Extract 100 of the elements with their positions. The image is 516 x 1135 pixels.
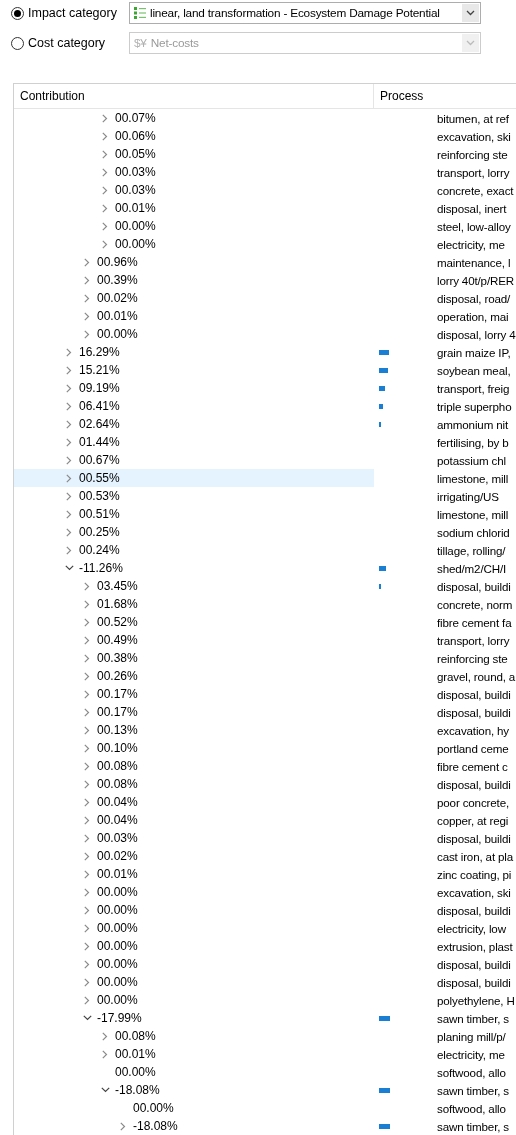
- tree-row[interactable]: 00.04%: [14, 811, 374, 829]
- chevron-right-icon[interactable]: [84, 743, 90, 753]
- tree-row[interactable]: 00.00%: [14, 991, 374, 1009]
- chevron-right-icon[interactable]: [66, 473, 72, 483]
- chevron-down-icon[interactable]: [82, 1015, 92, 1021]
- chevron-right-icon[interactable]: [84, 689, 90, 699]
- tree-row[interactable]: 00.00%: [14, 235, 374, 253]
- tree-row[interactable]: 00.00%: [14, 919, 374, 937]
- tree-row[interactable]: 16.29%: [14, 343, 374, 361]
- chevron-right-icon[interactable]: [66, 491, 72, 501]
- chevron-right-icon[interactable]: [84, 275, 90, 285]
- chevron-right-icon[interactable]: [102, 1031, 108, 1041]
- tree-row[interactable]: 00.00%: [14, 955, 374, 973]
- tree-row[interactable]: 00.02%: [14, 289, 374, 307]
- tree-row[interactable]: 00.00%: [14, 901, 374, 919]
- tree-row[interactable]: -18.08%: [14, 1117, 374, 1135]
- chevron-right-icon[interactable]: [84, 995, 90, 1005]
- tree-row[interactable]: 00.53%: [14, 487, 374, 505]
- tree-row[interactable]: 00.55%: [14, 469, 374, 487]
- tree-row[interactable]: 00.52%: [14, 613, 374, 631]
- tree-row[interactable]: 00.08%: [14, 775, 374, 793]
- tree-row[interactable]: 00.01%: [14, 865, 374, 883]
- tree-row[interactable]: 00.00%: [14, 883, 374, 901]
- chevron-right-icon[interactable]: [66, 509, 72, 519]
- tree-row[interactable]: 00.17%: [14, 685, 374, 703]
- chevron-right-icon[interactable]: [84, 887, 90, 897]
- tree-row[interactable]: 09.19%: [14, 379, 374, 397]
- chevron-right-icon[interactable]: [84, 905, 90, 915]
- chevron-right-icon[interactable]: [84, 653, 90, 663]
- chevron-right-icon[interactable]: [84, 869, 90, 879]
- tree-row[interactable]: -18.08%: [14, 1081, 374, 1099]
- tree-row[interactable]: 00.03%: [14, 163, 374, 181]
- chevron-right-icon[interactable]: [102, 167, 108, 177]
- chevron-right-icon[interactable]: [84, 617, 90, 627]
- chevron-right-icon[interactable]: [66, 527, 72, 537]
- tree-row[interactable]: 00.13%: [14, 721, 374, 739]
- tree-row[interactable]: -17.99%: [14, 1009, 374, 1027]
- chevron-right-icon[interactable]: [102, 149, 108, 159]
- chevron-right-icon[interactable]: [102, 1049, 108, 1059]
- tree-row[interactable]: 00.03%: [14, 829, 374, 847]
- tree-row[interactable]: 01.68%: [14, 595, 374, 613]
- tree-row[interactable]: 00.39%: [14, 271, 374, 289]
- tree-row[interactable]: 00.00%: [14, 1099, 374, 1117]
- tree-row[interactable]: 00.51%: [14, 505, 374, 523]
- chevron-right-icon[interactable]: [102, 239, 108, 249]
- chevron-right-icon[interactable]: [84, 581, 90, 591]
- chevron-right-icon[interactable]: [102, 113, 108, 123]
- chevron-right-icon[interactable]: [66, 437, 72, 447]
- tree-row[interactable]: 00.10%: [14, 739, 374, 757]
- chevron-right-icon[interactable]: [84, 635, 90, 645]
- tree-row[interactable]: 15.21%: [14, 361, 374, 379]
- category-radio[interactable]: Impact category: [11, 6, 129, 20]
- chevron-right-icon[interactable]: [84, 923, 90, 933]
- tree-row[interactable]: 02.64%: [14, 415, 374, 433]
- chevron-right-icon[interactable]: [84, 599, 90, 609]
- chevron-right-icon[interactable]: [66, 419, 72, 429]
- chevron-right-icon[interactable]: [66, 455, 72, 465]
- tree-row[interactable]: 00.00%: [14, 937, 374, 955]
- chevron-right-icon[interactable]: [84, 815, 90, 825]
- chevron-right-icon[interactable]: [84, 977, 90, 987]
- chevron-right-icon[interactable]: [84, 311, 90, 321]
- chevron-right-icon[interactable]: [84, 779, 90, 789]
- tree-row[interactable]: 06.41%: [14, 397, 374, 415]
- tree-row[interactable]: 00.00%: [14, 217, 374, 235]
- tree-row[interactable]: 00.04%: [14, 793, 374, 811]
- tree-row[interactable]: 00.00%: [14, 1063, 374, 1081]
- chevron-right-icon[interactable]: [66, 401, 72, 411]
- chevron-right-icon[interactable]: [84, 293, 90, 303]
- tree-row[interactable]: 00.96%: [14, 253, 374, 271]
- tree-row[interactable]: 00.38%: [14, 649, 374, 667]
- chevron-right-icon[interactable]: [84, 329, 90, 339]
- tree-row[interactable]: 00.01%: [14, 307, 374, 325]
- tree-row[interactable]: 00.08%: [14, 757, 374, 775]
- chevron-right-icon[interactable]: [84, 941, 90, 951]
- chevron-right-icon[interactable]: [84, 833, 90, 843]
- chevron-right-icon[interactable]: [66, 347, 72, 357]
- tree-row[interactable]: 00.24%: [14, 541, 374, 559]
- chevron-right-icon[interactable]: [84, 707, 90, 717]
- tree-row[interactable]: 00.03%: [14, 181, 374, 199]
- chevron-right-icon[interactable]: [84, 761, 90, 771]
- chevron-down-icon[interactable]: [100, 1087, 110, 1093]
- tree-row[interactable]: 00.00%: [14, 973, 374, 991]
- chevron-right-icon[interactable]: [84, 851, 90, 861]
- tree-row[interactable]: 00.25%: [14, 523, 374, 541]
- chevron-right-icon[interactable]: [120, 1121, 126, 1131]
- tree-row[interactable]: 00.26%: [14, 667, 374, 685]
- chevron-right-icon[interactable]: [102, 131, 108, 141]
- chevron-right-icon[interactable]: [66, 545, 72, 555]
- column-header[interactable]: Contribution: [14, 84, 374, 108]
- tree-row[interactable]: 00.05%: [14, 145, 374, 163]
- chevron-right-icon[interactable]: [84, 725, 90, 735]
- chevron-right-icon[interactable]: [84, 797, 90, 807]
- category-dropdown[interactable]: linear, land transformation - Ecosystem Damage Potential: [129, 2, 481, 24]
- tree-row[interactable]: 00.17%: [14, 703, 374, 721]
- tree-row[interactable]: 00.01%: [14, 1045, 374, 1063]
- chevron-down-icon[interactable]: [64, 565, 74, 571]
- tree-row[interactable]: 03.45%: [14, 577, 374, 595]
- chevron-right-icon[interactable]: [84, 257, 90, 267]
- column-header[interactable]: Process: [374, 84, 424, 108]
- chevron-right-icon[interactable]: [102, 221, 108, 231]
